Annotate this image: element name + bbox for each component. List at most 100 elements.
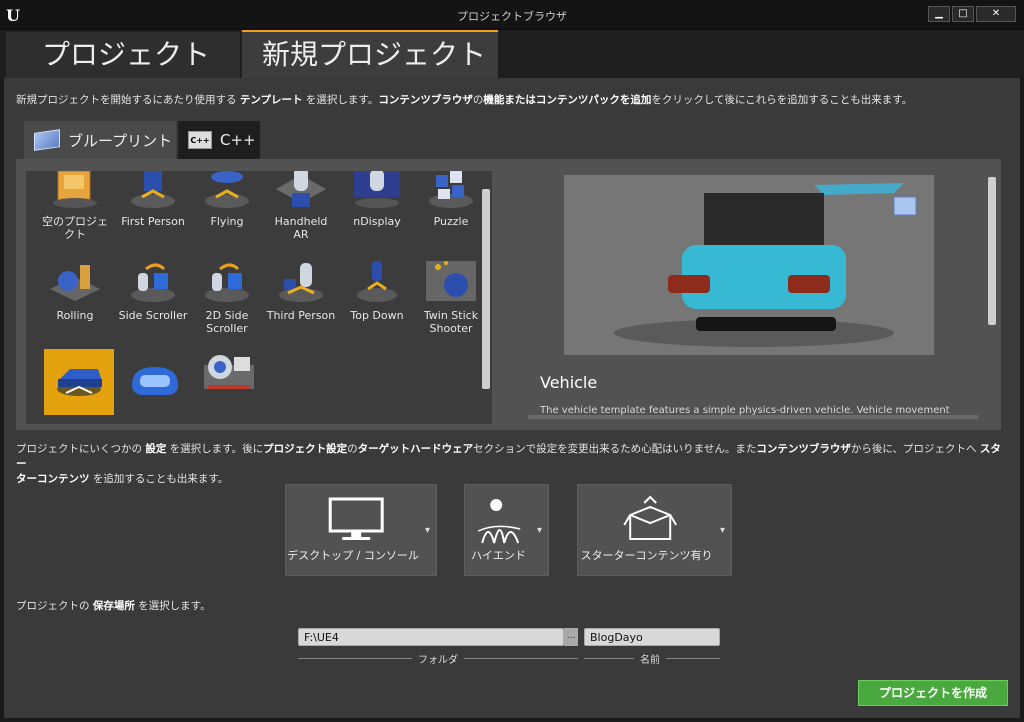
tab-projects[interactable]: プロジェクト — [6, 30, 240, 78]
preview-scrollbar[interactable] — [988, 177, 996, 325]
template-first-person[interactable]: First Person — [118, 171, 188, 228]
template-label: Rolling — [56, 309, 94, 322]
project-name-input[interactable]: BlogDayo — [584, 628, 720, 646]
help-text-part: 新規プロジェクトを開始するにあたり使用する — [16, 94, 240, 106]
main-tabs: プロジェクト 新規プロジェクト — [0, 30, 1024, 78]
template-2d-side-scroller[interactable]: 2D Side Scroller — [192, 257, 262, 335]
template-rolling[interactable]: Rolling — [40, 257, 110, 322]
help-text-part: プロジェクトにいくつかの — [16, 443, 146, 455]
maximize-button[interactable]: □ — [952, 6, 974, 22]
help-text-part: をクリックして後にこれらを追加することも出来ます。 — [651, 94, 913, 106]
browse-folder-button[interactable]: ... — [564, 628, 578, 646]
create-project-button[interactable]: プロジェクトを作成 — [858, 680, 1008, 706]
flying-icon — [198, 171, 256, 211]
minimize-button[interactable]: ▁ — [928, 6, 950, 22]
template-vr[interactable] — [120, 349, 190, 407]
tab-blueprint[interactable]: ブループリント — [24, 121, 176, 159]
template-label: Top Down — [350, 309, 404, 322]
template-label: First Person — [121, 215, 185, 228]
template-vehicle[interactable] — [44, 349, 114, 415]
location-help-text: プロジェクトの 保存場所 を選択します。 — [16, 599, 211, 614]
help-text-part: を選択します。後に — [166, 443, 264, 455]
template-grid: 空のプロジェクト First Person Flying Handheld AR — [26, 171, 492, 424]
help-text-bold: ターコンテンツ — [16, 473, 90, 485]
target-hardware-label: デスクトップ / コンソール — [287, 549, 419, 562]
help-text-part: の — [472, 94, 484, 106]
name-caption: 名前 — [634, 651, 666, 666]
tab-blueprint-label: ブループリント — [68, 131, 173, 150]
tab-new-project[interactable]: 新規プロジェクト — [242, 30, 498, 78]
folder-caption: フォルダ — [412, 651, 464, 666]
chevron-down-icon: ▾ — [424, 525, 430, 536]
blank-project-icon — [46, 171, 104, 211]
blueprint-icon — [34, 129, 60, 151]
help-text-bold: プロジェクト設定 — [263, 443, 348, 455]
template-label: Third Person — [266, 309, 336, 322]
template-ndisplay[interactable]: nDisplay — [342, 171, 412, 228]
rolling-icon — [46, 257, 104, 305]
template-handheld-ar[interactable]: Handheld AR — [266, 171, 336, 241]
help-text-part: から後に、プロジェクトへ — [850, 443, 980, 455]
help-text-bold: テンプレート — [239, 94, 303, 106]
third-person-icon — [272, 257, 330, 305]
template-preview: Vehicle The vehicle template features a … — [516, 159, 1001, 430]
tab-cpp-label: C++ — [220, 131, 256, 149]
quality-label: ハイエンド — [471, 549, 526, 562]
template-blank[interactable]: 空のプロジェクト — [40, 171, 110, 241]
template-label: 2D Side Scroller — [205, 309, 249, 335]
template-help-text: 新規プロジェクトを開始するにあたり使用する テンプレート を選択します。コンテン… — [16, 93, 912, 108]
high-quality-icon — [477, 499, 520, 544]
template-top-down[interactable]: Top Down — [342, 257, 412, 322]
handheld-ar-icon — [272, 171, 330, 211]
monitor-icon — [328, 497, 384, 540]
help-text-bold: コンテンツブラウザ — [378, 94, 473, 106]
template-puzzle[interactable]: Puzzle — [416, 171, 486, 228]
help-text-bold: 設定 — [145, 443, 167, 455]
starter-content-select[interactable]: ▾ スターターコンテンツ有り — [577, 484, 732, 576]
window-title: プロジェクトブラウザ — [457, 10, 567, 23]
vehicle-advanced-icon — [200, 347, 258, 395]
puzzle-icon — [422, 171, 480, 211]
template-label: Side Scroller — [118, 309, 188, 322]
template-label: nDisplay — [353, 215, 401, 228]
folder-input[interactable]: F:\UE4 — [298, 628, 564, 646]
vehicle-preview-image — [564, 175, 934, 355]
template-label: Handheld AR — [274, 215, 328, 241]
vr-headset-icon — [126, 355, 184, 403]
starter-content-box-icon — [622, 495, 677, 540]
new-project-content: 新規プロジェクトを開始するにあたり使用する テンプレート を選択します。コンテン… — [4, 78, 1020, 718]
starter-content-label: スターターコンテンツ有り — [580, 549, 713, 562]
template-third-person[interactable]: Third Person — [266, 257, 336, 322]
help-text-part: を選択します。 — [134, 600, 211, 612]
help-text-bold: 保存場所 — [92, 600, 135, 612]
close-button[interactable]: ✕ — [976, 6, 1016, 22]
top-down-icon — [348, 257, 406, 305]
template-flying[interactable]: Flying — [192, 171, 262, 228]
help-text-part: を追加することも出来ます。 — [89, 473, 229, 485]
cpp-icon: C++ — [188, 131, 212, 149]
template-label: Puzzle — [433, 215, 469, 228]
help-text-bold: コンテンツブラウザ — [756, 443, 851, 455]
ndisplay-icon — [348, 171, 406, 211]
vehicle-icon — [50, 355, 108, 403]
settings-help-text: プロジェクトにいくつかの 設定 を選択します。後にプロジェクト設定のターゲットハ… — [16, 442, 1006, 487]
title-bar: U プロジェクトブラウザ ▁ □ ✕ — [0, 0, 1024, 30]
tab-cpp[interactable]: C++ C++ — [178, 121, 260, 159]
chevron-down-icon: ▾ — [719, 525, 725, 536]
help-text-part: の — [347, 443, 358, 455]
template-panel: 空のプロジェクト First Person Flying Handheld AR — [16, 159, 1001, 430]
first-person-icon — [124, 171, 182, 211]
target-hardware-select[interactable]: ▾ デスクトップ / コンソール — [285, 484, 437, 576]
preview-title: Vehicle — [540, 373, 598, 392]
help-text-part: を選択します。 — [302, 94, 379, 106]
twin-stick-shooter-icon — [422, 257, 480, 305]
template-grid-scrollbar[interactable] — [482, 189, 490, 389]
side-scroller-icon — [124, 257, 182, 305]
template-vehicle-advanced[interactable] — [194, 341, 264, 399]
template-side-scroller[interactable]: Side Scroller — [118, 257, 188, 322]
preview-desc-scrollbar[interactable] — [528, 415, 978, 419]
template-label: 空のプロジェクト — [42, 215, 108, 241]
quality-select[interactable]: ▾ ハイエンド — [464, 484, 549, 576]
template-label: Twin Stick Shooter — [423, 309, 479, 335]
template-twin-stick-shooter[interactable]: Twin Stick Shooter — [416, 257, 486, 335]
